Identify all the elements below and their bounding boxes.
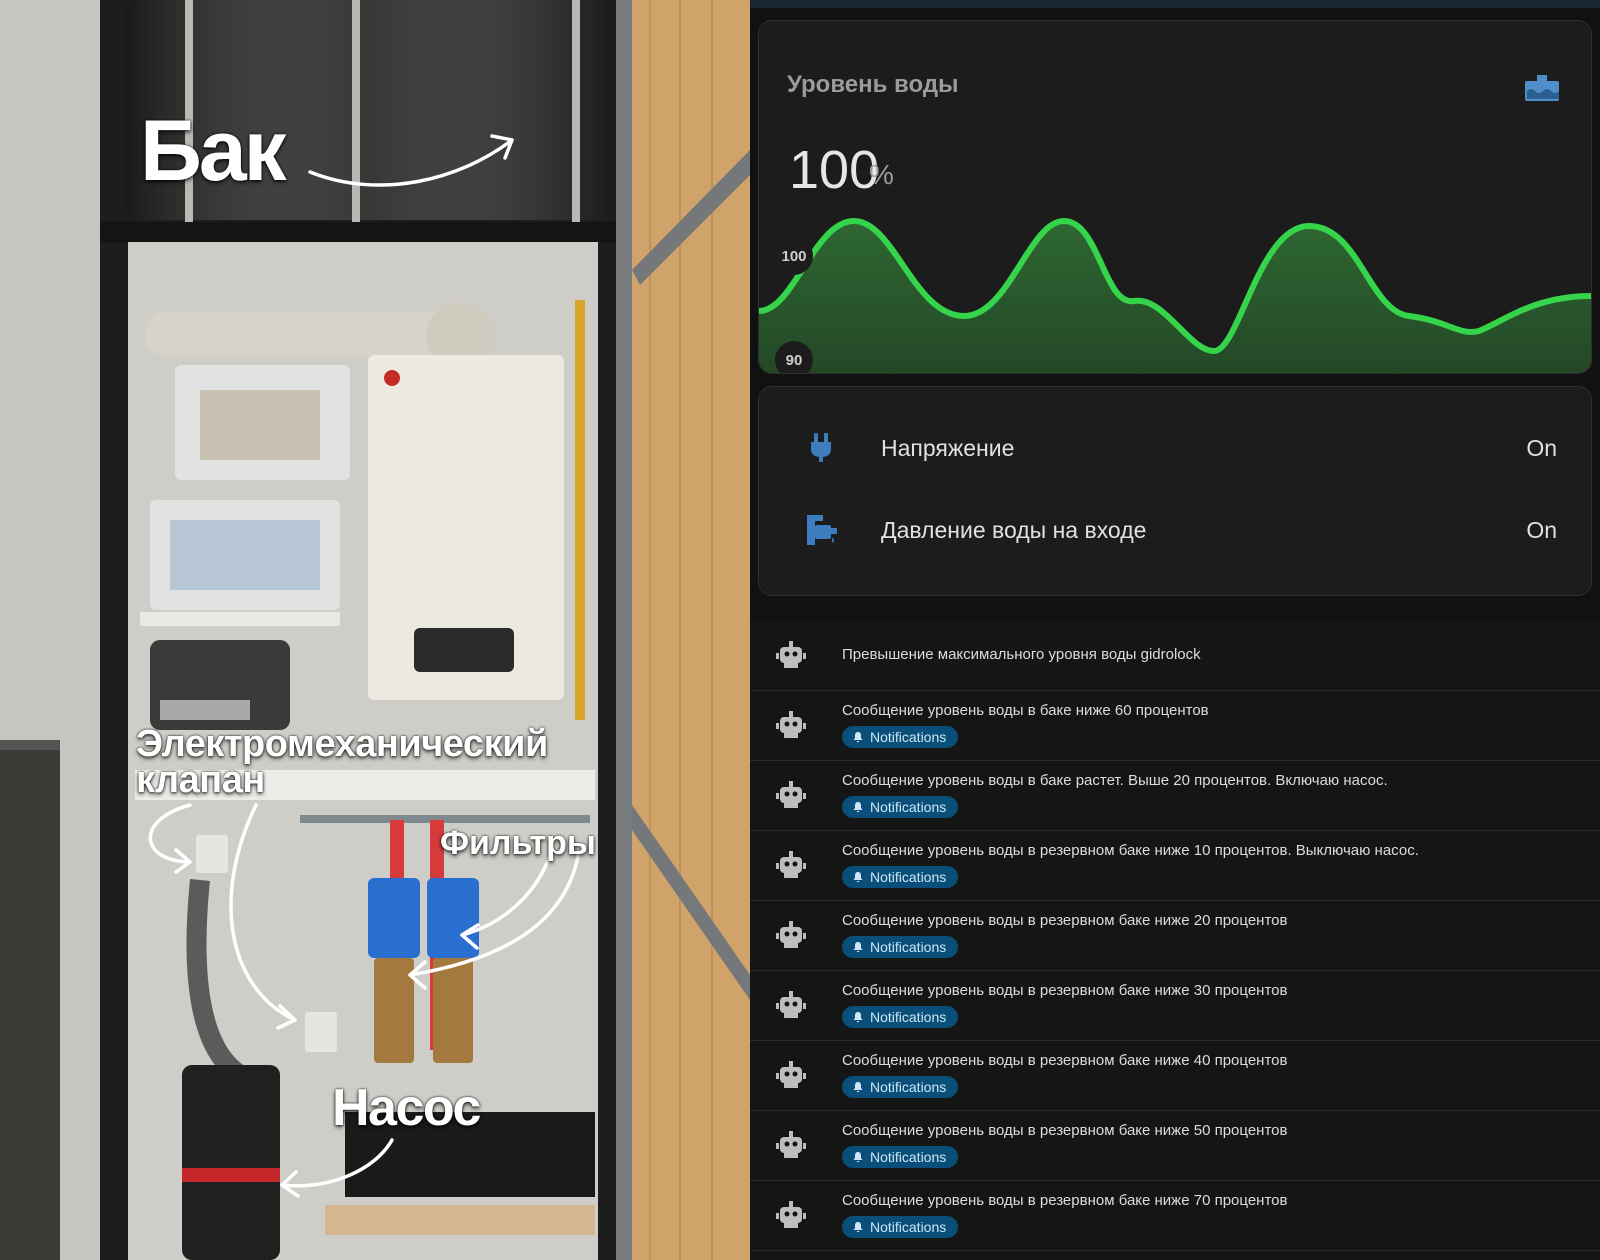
label-valve-line2: клапан (136, 759, 265, 801)
tag-label: Notifications (870, 799, 947, 815)
label-valve-line1: Электромеханический (136, 723, 548, 765)
robot-icon (776, 1061, 806, 1088)
robot-icon (776, 921, 806, 948)
automation-item[interactable]: Сообщение уровень воды в баке растет. Вы… (750, 760, 1600, 831)
notifications-tag[interactable]: Notifications (842, 1146, 959, 1168)
tag-label: Notifications (870, 869, 947, 885)
sensor-state: On (1526, 435, 1557, 461)
robot-icon (776, 711, 806, 738)
water-pump-icon (807, 515, 837, 545)
automation-item[interactable]: Сообщение уровень воды в резервном баке … (750, 1110, 1600, 1181)
label-tank: Бак (140, 103, 287, 199)
label-filters: Фильтры (440, 824, 596, 862)
notifications-tag[interactable]: Notifications (842, 866, 959, 888)
label-valve: Электромеханический клапан (136, 723, 548, 801)
bell-icon (853, 1222, 863, 1233)
sensor-label: Давление воды на входе (881, 517, 1147, 543)
screenshot: Бак Электромеханический клапан Фильтры Н… (0, 0, 1600, 1260)
automation-item[interactable]: Сообщение уровень воды в резервном баке … (750, 970, 1600, 1041)
notifications-tag[interactable]: Notifications (842, 1076, 959, 1098)
automation-title: Сообщение уровень воды в резервном баке … (842, 982, 1288, 999)
sensors-card: Напряжение On Давление воды на входе On (758, 386, 1592, 596)
notifications-tag[interactable]: Notifications (842, 1006, 959, 1028)
tag-label: Notifications (870, 1009, 947, 1025)
water-level-value: 100 (789, 140, 880, 200)
robot-icon (776, 851, 806, 878)
bell-icon (853, 1082, 863, 1093)
automation-title: Сообщение уровень воды в резервном баке … (842, 1192, 1288, 1209)
automation-title: Сообщение уровень воды в резервном баке … (842, 912, 1288, 929)
bell-icon (853, 1012, 863, 1023)
robot-icon (776, 781, 806, 808)
automation-item[interactable]: Сообщение уровень воды в резервном баке … (750, 1180, 1600, 1251)
water-level-history-graph (759, 217, 1591, 373)
equipment-photo: Бак Электромеханический клапан Фильтры Н… (0, 0, 750, 1260)
sensor-label: Напряжение (881, 435, 1015, 461)
tag-label: Notifications (870, 939, 947, 955)
robot-icon (776, 1131, 806, 1158)
tag-label: Notifications (870, 729, 947, 745)
bell-icon (853, 942, 863, 953)
notifications-tag[interactable]: Notifications (842, 1216, 959, 1238)
graph-tick-90: 90 (775, 341, 813, 373)
label-pump: Насос (332, 1079, 481, 1137)
top-bar (750, 0, 1600, 8)
bell-icon (853, 872, 863, 883)
water-level-title: Уровень воды (787, 71, 959, 98)
sensor-state: On (1526, 517, 1557, 543)
tag-label: Notifications (870, 1149, 947, 1165)
sensor-row-voltage[interactable]: Напряжение On (759, 417, 1591, 477)
bell-icon (853, 802, 863, 813)
tag-label: Notifications (870, 1219, 947, 1235)
automation-item[interactable]: Сообщение уровень воды в резервном баке … (750, 900, 1600, 971)
automation-title: Сообщение уровень воды в баке ниже 60 пр… (842, 702, 1209, 719)
automation-title: Сообщение уровень воды в резервном баке … (842, 842, 1419, 859)
automation-item[interactable]: Превышение максимального уровня воды gid… (750, 620, 1600, 691)
water-level-card[interactable]: Уровень воды 100 % 100 90 (758, 20, 1592, 374)
notifications-tag[interactable]: Notifications (842, 936, 959, 958)
graph-tick-100: 100 (775, 237, 813, 275)
power-plug-icon (811, 433, 831, 462)
tag-label: Notifications (870, 1079, 947, 1095)
robot-icon (776, 1201, 806, 1228)
automation-title: Превышение максимального уровня воды gid… (842, 646, 1201, 663)
automation-title: Сообщение уровень воды в резервном баке … (842, 1052, 1288, 1069)
automation-title: Сообщение уровень воды в резервном баке … (842, 1122, 1288, 1139)
robot-icon (776, 991, 806, 1018)
bell-icon (853, 1152, 863, 1163)
bell-icon (853, 732, 863, 743)
automation-item[interactable]: Сообщение уровень воды в резервном баке … (750, 830, 1600, 901)
automation-item[interactable]: Сообщение уровень воды в резервном баке … (750, 1040, 1600, 1111)
sensor-row-inlet-pressure[interactable]: Давление воды на входе On (759, 499, 1591, 559)
robot-icon (776, 641, 806, 668)
dashboard: Уровень воды 100 % 100 90 Напряжение On … (750, 0, 1600, 1260)
water-tank-icon (1525, 75, 1559, 101)
graph-area (759, 221, 1591, 373)
water-level-unit: % (869, 159, 894, 190)
automation-item[interactable]: Сообщение уровень воды в баке ниже 60 пр… (750, 690, 1600, 761)
notifications-tag[interactable]: Notifications (842, 796, 959, 818)
photo-illustration (0, 0, 750, 1260)
notifications-tag[interactable]: Notifications (842, 726, 959, 748)
automations-list: Превышение максимального уровня воды gid… (750, 620, 1600, 1260)
automation-title: Сообщение уровень воды в баке растет. Вы… (842, 772, 1388, 789)
